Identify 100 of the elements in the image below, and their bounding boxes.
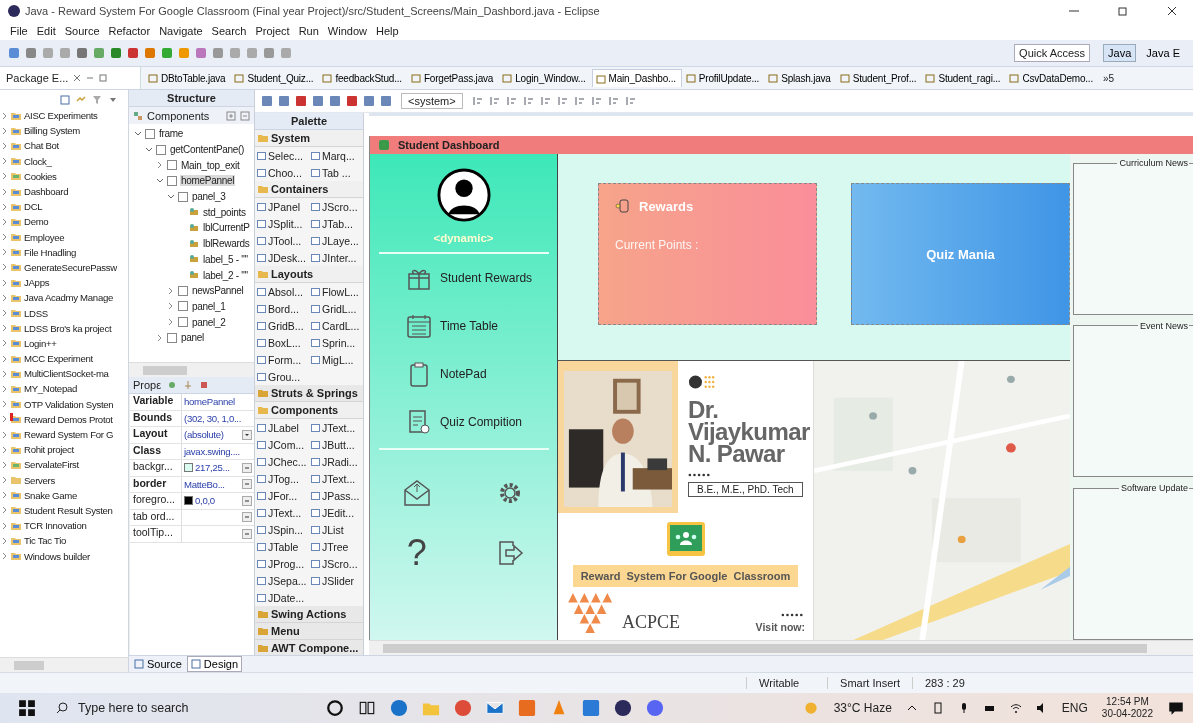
palette-item[interactable]: JTab... (309, 215, 363, 232)
palette-item[interactable]: JScro... (309, 555, 363, 572)
editor-tab[interactable]: ProfilUpdate... (682, 69, 765, 87)
align-icon[interactable] (607, 95, 620, 107)
palette-item[interactable]: Marq... (309, 147, 363, 164)
palette-group[interactable]: Layouts (255, 266, 363, 283)
palette-item[interactable]: FlowL... (309, 283, 363, 300)
toolbar-icon[interactable] (312, 95, 324, 107)
palette-item[interactable]: JLaye... (309, 232, 363, 249)
toolbar-icon[interactable] (295, 95, 307, 107)
palette-item[interactable]: JRadi... (309, 453, 363, 470)
toolbar-icon[interactable] (212, 47, 224, 59)
toolbar-icon[interactable] (93, 47, 105, 59)
editor-tab[interactable]: CsvDataDemo... (1006, 69, 1098, 87)
palette-item[interactable]: Choo... (255, 164, 309, 181)
toolbar-icon[interactable] (195, 47, 207, 59)
project-name[interactable]: MultiClientSocket-ma (24, 368, 109, 380)
toolbar-icon[interactable] (363, 95, 375, 107)
palette-item[interactable]: JFor... (255, 487, 309, 504)
palette-item[interactable]: JCom... (255, 436, 309, 453)
project-name[interactable]: Windows builder (24, 550, 90, 562)
palette-group[interactable]: Components (255, 402, 363, 419)
reset-icon[interactable] (242, 462, 252, 473)
toolbar-icon[interactable] (329, 95, 341, 107)
property-value[interactable]: javax.swing.... (184, 445, 240, 457)
quick-access-field[interactable]: Quick Access (1014, 44, 1091, 62)
palette-item[interactable]: JLabel (255, 419, 309, 436)
editor-tab[interactable]: Main_Dashbo... (591, 69, 682, 87)
property-value[interactable]: (absolute) (184, 429, 224, 441)
palette-item[interactable]: Sprin... (309, 334, 363, 351)
nav-item[interactable]: Student Rewards (370, 264, 557, 292)
palette-item[interactable]: Form... (255, 351, 309, 368)
tree-item[interactable]: panel_1 (191, 300, 227, 312)
toolbar-icon[interactable] (263, 47, 275, 59)
perspective-button[interactable]: Java (1103, 44, 1137, 62)
tree-item[interactable]: label_2 - "" (202, 269, 249, 281)
menu-item[interactable]: Help (376, 25, 399, 37)
palette-item[interactable]: Grou... (255, 368, 309, 385)
editor-tab[interactable]: DBtoTable.java (145, 69, 231, 87)
project-name[interactable]: Java Acadmy Manage (24, 292, 113, 304)
palette-item[interactable]: JSpin... (255, 521, 309, 538)
palette-item[interactable]: JPass... (309, 487, 363, 504)
tree-item[interactable]: frame (158, 128, 185, 140)
palette-item[interactable]: GridB... (255, 317, 309, 334)
editor-tab[interactable]: feedbackStud... (319, 69, 407, 87)
system-dropdown[interactable]: <system> (401, 93, 463, 109)
palette-group[interactable]: Struts & Springs (255, 385, 363, 402)
tree-item[interactable]: lblRewards (202, 238, 251, 250)
project-name[interactable]: OTP Validation Systen (24, 398, 114, 410)
toolbar-icon[interactable] (8, 47, 20, 59)
tray-icon[interactable] (931, 702, 944, 714)
reset-icon[interactable] (242, 512, 252, 523)
palette-item[interactable]: Tab ... (309, 164, 363, 181)
horizontal-scrollbar[interactable] (0, 657, 128, 672)
palette-item[interactable]: JSlider (309, 572, 363, 589)
reset-icon[interactable] (242, 528, 252, 539)
clock[interactable]: 12:54 PM 30-04-2022 (1101, 696, 1153, 720)
palette-item[interactable]: JProg... (255, 555, 309, 572)
editor-tab[interactable]: Student_ragi... (922, 69, 1006, 87)
project-name[interactable]: Demo (24, 216, 49, 228)
property-value[interactable]: 217,25... (195, 462, 230, 474)
project-name[interactable]: Billing System (24, 125, 81, 137)
palette-item[interactable]: BoxL... (255, 334, 309, 351)
toolbar-icon[interactable] (346, 95, 358, 107)
menu-item[interactable]: Source (64, 25, 100, 37)
editor-mode-tab[interactable]: Source (131, 657, 185, 671)
palette-item[interactable]: JList (309, 521, 363, 538)
tree-item[interactable]: panel (180, 332, 205, 344)
property-value[interactable]: 0,0,0 (195, 495, 215, 507)
project-name[interactable]: Clock_ (24, 155, 52, 167)
project-name[interactable]: Login++ (24, 337, 57, 349)
collapse-all-icon[interactable] (60, 95, 70, 105)
palette-item[interactable]: JButt... (309, 436, 363, 453)
notification-icon[interactable] (1167, 699, 1185, 717)
palette-item[interactable]: JSepa... (255, 572, 309, 589)
menu-item[interactable]: File (10, 25, 28, 37)
help-icon[interactable]: ? (406, 536, 427, 570)
wifi-icon[interactable] (1009, 702, 1022, 714)
palette-item[interactable]: JChec... (255, 453, 309, 470)
close-icon[interactable] (1167, 6, 1177, 16)
palette-item[interactable]: JTool... (255, 232, 309, 249)
palette-group[interactable]: System (255, 130, 363, 147)
palette-item[interactable]: JText... (309, 419, 363, 436)
toolbar-icon[interactable] (199, 380, 210, 390)
toolbar-icon[interactable] (127, 47, 139, 59)
align-icon[interactable] (556, 95, 569, 107)
palette-item[interactable]: JDesk... (255, 249, 309, 266)
project-name[interactable]: File Hnadling (24, 246, 77, 258)
language-indicator[interactable]: ENG (1061, 701, 1088, 715)
project-name[interactable]: Cookies (24, 170, 57, 182)
palette-item[interactable]: JTog... (255, 470, 309, 487)
menu-item[interactable]: Search (211, 25, 247, 37)
project-name[interactable]: Chat Bot (24, 140, 59, 152)
editor-tab[interactable]: ForgetPass.java (407, 69, 499, 87)
editor-mode-tab[interactable]: Design (186, 656, 243, 672)
nav-item[interactable]: NotePad (370, 360, 557, 388)
perspective-button[interactable]: Java E (1141, 44, 1185, 62)
toolbar-icon[interactable] (76, 47, 88, 59)
palette-group[interactable]: Menu (255, 623, 363, 640)
expand-all-icon[interactable] (226, 110, 236, 121)
